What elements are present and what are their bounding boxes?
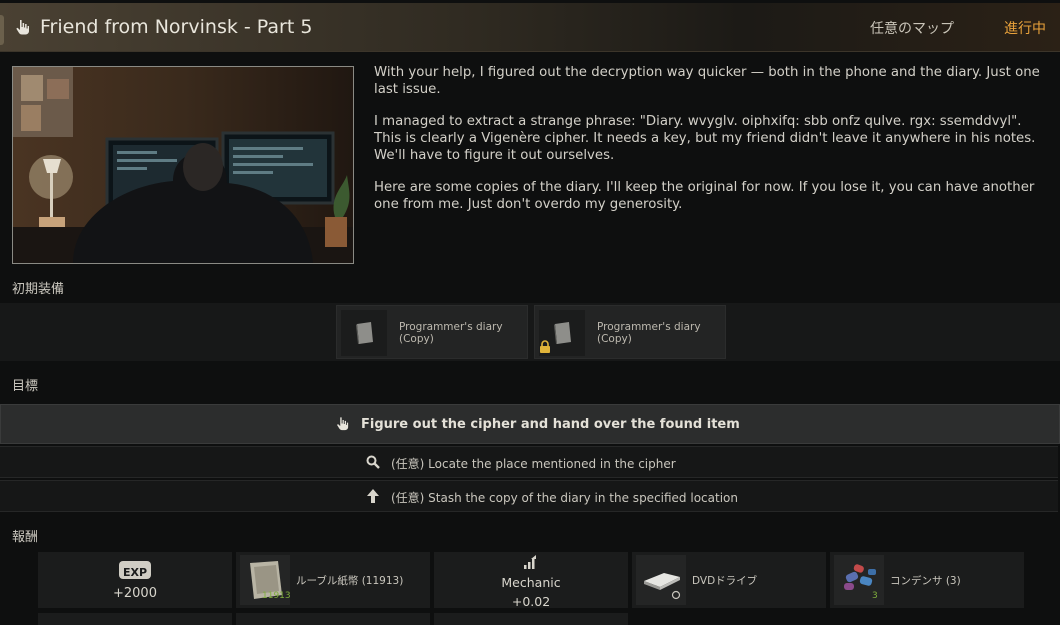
- hand-icon: [337, 417, 349, 431]
- objective-text: (任意) Stash the copy of the diary in the …: [391, 491, 738, 505]
- objective-text: (任意) Locate the place mentioned in the c…: [391, 457, 676, 471]
- standing-up-icon: [524, 555, 536, 569]
- starting-equipment-band: [0, 303, 1060, 361]
- capacitor-icon: 3: [834, 555, 884, 605]
- reward-item[interactable]: 3 コンデンサ (3): [830, 552, 1024, 608]
- quest-status: 進行中: [1004, 21, 1046, 37]
- diary-icon: [341, 310, 387, 356]
- rewards-heading: 報酬: [12, 530, 39, 545]
- objective-text: Figure out the cipher and hand over the …: [361, 417, 740, 432]
- starting-item[interactable]: Programmer's diary (Copy): [534, 305, 726, 359]
- reward-standing: Mechanic +0.02: [434, 552, 628, 609]
- trader-name: Mechanic: [501, 575, 561, 590]
- story-paragraph: I managed to extract a strange phrase: "…: [374, 114, 1036, 163]
- reward-slot: [434, 613, 628, 625]
- reward-slot: [38, 613, 232, 625]
- objective-main[interactable]: Figure out the cipher and hand over the …: [0, 404, 1060, 444]
- item-count: 3: [872, 591, 878, 601]
- lock-icon: [540, 340, 550, 353]
- starting-equipment-heading: 初期装備: [12, 282, 65, 297]
- reward-item[interactable]: DVDドライブ: [632, 552, 826, 608]
- item-label: Programmer's diary (Copy): [399, 321, 503, 345]
- exp-value: +2000: [113, 586, 157, 601]
- item-label: コンデンサ (3): [890, 575, 961, 587]
- standing-value: +0.02: [511, 594, 551, 609]
- roubles-icon: 11913: [240, 555, 291, 605]
- collapse-tab[interactable]: [0, 15, 4, 45]
- objective-optional[interactable]: (任意) Stash the copy of the diary in the …: [0, 480, 1058, 512]
- quest-description: With your help, I figured out the decryp…: [374, 64, 1046, 228]
- dvd-drive-icon: [636, 555, 686, 605]
- objectives-heading: 目標: [12, 379, 39, 394]
- reward-item[interactable]: 11913 ルーブル紙幣 (11913): [236, 552, 430, 608]
- quest-image: [12, 66, 354, 264]
- search-icon: [366, 455, 380, 469]
- objective-optional[interactable]: (任意) Locate the place mentioned in the c…: [0, 446, 1058, 478]
- item-label: Programmer's diary (Copy): [597, 321, 701, 345]
- item-count: 11913: [262, 591, 291, 601]
- story-paragraph: Here are some copies of the diary. I'll …: [374, 180, 1035, 212]
- story-paragraph: With your help, I figured out the decryp…: [374, 65, 1040, 97]
- item-label: ルーブル紙幣 (11913): [296, 575, 404, 587]
- starting-item[interactable]: Programmer's diary (Copy): [336, 305, 528, 359]
- reward-exp: EXP +2000: [38, 552, 232, 608]
- stash-arrow-icon: [367, 489, 379, 503]
- item-label: DVDドライブ: [692, 575, 758, 587]
- map-label: 任意のマップ: [870, 21, 954, 37]
- quest-title: Friend from Norvinsk - Part 5: [40, 16, 313, 38]
- exp-badge: EXP: [119, 561, 151, 579]
- reward-slot: [236, 613, 430, 625]
- quest-header: Friend from Norvinsk - Part 5 任意のマップ 進行中: [0, 3, 1060, 52]
- hand-icon: [16, 20, 29, 35]
